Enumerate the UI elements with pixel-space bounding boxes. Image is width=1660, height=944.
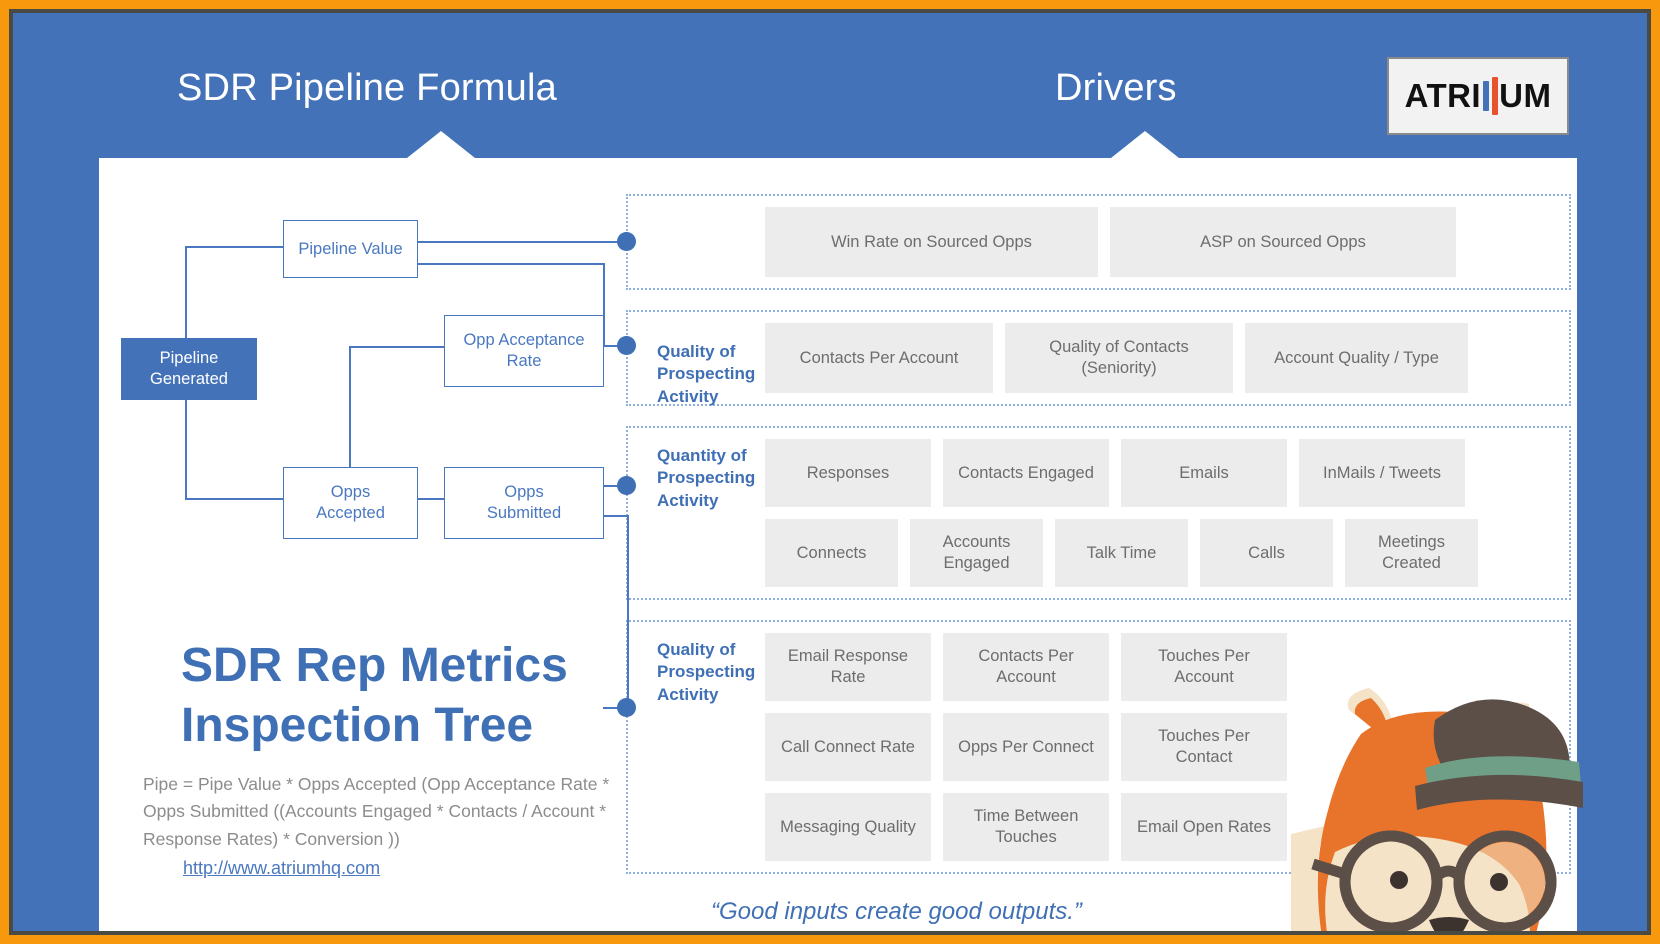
drivers-row-label-line: Activity: [657, 386, 719, 406]
driver-cell[interactable]: Contacts Engaged: [943, 439, 1109, 507]
drivers-row-cells: Contacts Per Account Quality of Contacts…: [765, 323, 1559, 393]
driver-cell[interactable]: Accounts Engaged: [910, 519, 1043, 587]
logo-bar-orange-icon: [1491, 77, 1498, 115]
connector-dot-quality-prospecting[interactable]: [617, 336, 636, 355]
node-label: Opp Acceptance Rate: [463, 331, 585, 370]
formula-text: Pipe = Pipe Value * Opps Accepted (Opp A…: [143, 774, 610, 849]
driver-cell[interactable]: Email Open Rates: [1121, 793, 1287, 861]
drivers-cell-line: Win Rate on Sourced Opps ASP on Sourced …: [765, 207, 1559, 277]
logo-bar-blue-icon: [1482, 81, 1489, 111]
connector-dot-win-rate[interactable]: [617, 232, 636, 251]
drivers-row-cells: Responses Contacts Engaged Emails InMail…: [765, 439, 1559, 587]
drivers-row-label: [628, 207, 765, 225]
driver-cell[interactable]: Connects: [765, 519, 898, 587]
atrium-logo: ATRI UM: [1387, 57, 1569, 135]
drivers-row-label-line: Activity: [657, 490, 719, 510]
tree-line: [415, 498, 445, 500]
drivers-row-label-line: Prospecting: [657, 662, 756, 682]
drivers-row-label-line: Prospecting: [657, 468, 756, 488]
node-label: Pipeline Generated: [150, 349, 228, 388]
logo-text-before: ATRI: [1404, 77, 1482, 114]
tree-line: [185, 498, 285, 500]
driver-cell[interactable]: Account Quality / Type: [1245, 323, 1468, 393]
slide-canvas: SDR Pipeline Formula Drivers ATRI UM Pip…: [0, 0, 1660, 944]
driver-cell[interactable]: Responses: [765, 439, 931, 507]
driver-cell[interactable]: Opps Per Connect: [943, 713, 1109, 781]
driver-cell[interactable]: Contacts Per Account: [943, 633, 1109, 701]
tree-line: [185, 246, 285, 248]
page-title-left: SDR Pipeline Formula: [177, 67, 557, 109]
node-opps-accepted[interactable]: Opps Accepted: [283, 467, 418, 539]
driver-cell[interactable]: Time Between Touches: [943, 793, 1109, 861]
notch-left-icon: [407, 131, 475, 158]
tree-line: [415, 263, 605, 265]
connector-dot-quantity-prospecting[interactable]: [617, 476, 636, 495]
website-link[interactable]: http://www.atriumhq.com: [183, 858, 380, 879]
drivers-row-label: Quantity of Prospecting Activity: [628, 439, 765, 512]
drivers-row-cells: Win Rate on Sourced Opps ASP on Sourced …: [765, 207, 1559, 277]
driver-cell[interactable]: Touches Per Account: [1121, 633, 1287, 701]
drivers-row-label-line: Quality of: [657, 342, 736, 361]
driver-cell[interactable]: Emails: [1121, 439, 1287, 507]
tree-line: [603, 515, 629, 517]
logo-wordmark: ATRI UM: [1405, 77, 1552, 115]
drivers-row-label-line: Quantity of: [657, 446, 747, 465]
node-pipeline-value[interactable]: Pipeline Value: [283, 220, 418, 278]
node-opp-acceptance-rate[interactable]: Opp Acceptance Rate: [444, 315, 604, 387]
driver-cell[interactable]: Email Response Rate: [765, 633, 931, 701]
drivers-row-label: Quality of Prospecting Activity: [628, 633, 765, 706]
node-opps-submitted[interactable]: Opps Submitted: [444, 467, 604, 539]
drivers-row-label-line: Quality of: [657, 640, 736, 659]
driver-cell[interactable]: Win Rate on Sourced Opps: [765, 207, 1098, 277]
driver-cell[interactable]: Quality of Contacts (Seniority): [1005, 323, 1233, 393]
connector-dot-quality-activity[interactable]: [617, 698, 636, 717]
tree-line: [415, 241, 627, 243]
drivers-row-quantity-prospecting: Quantity of Prospecting Activity Respons…: [626, 426, 1571, 600]
drivers-row-label-line: Activity: [657, 684, 719, 704]
driver-cell[interactable]: ASP on Sourced Opps: [1110, 207, 1456, 277]
page-heading-line1: SDR Rep Metrics: [181, 639, 568, 692]
driver-cell[interactable]: Messaging Quality: [765, 793, 931, 861]
tagline-quote: “Good inputs create good outputs.”: [711, 898, 1082, 925]
driver-cell[interactable]: Calls: [1200, 519, 1333, 587]
driver-cell[interactable]: InMails / Tweets: [1299, 439, 1465, 507]
drivers-cell-line: Contacts Per Account Quality of Contacts…: [765, 323, 1559, 393]
tree-line: [349, 346, 445, 348]
fox-mascot-icon: [1291, 688, 1583, 935]
content-card: Pipeline Generated Pipeline Value Opp Acc…: [99, 131, 1583, 935]
node-label: Opps Submitted: [486, 483, 562, 522]
driver-cell[interactable]: Call Connect Rate: [765, 713, 931, 781]
driver-cell[interactable]: Talk Time: [1055, 519, 1188, 587]
node-label: Pipeline Value: [298, 239, 403, 258]
node-pipeline-generated[interactable]: Pipeline Generated: [121, 338, 257, 400]
drivers-cell-line: Responses Contacts Engaged Emails InMail…: [765, 439, 1559, 507]
drivers-row-label-line: Prospecting: [657, 364, 756, 384]
page-heading-line2: Inspection Tree: [181, 698, 534, 752]
drivers-row-label: Quality of Prospecting Activity: [628, 323, 765, 408]
driver-cell[interactable]: Meetings Created: [1345, 519, 1478, 587]
drivers-row-sourced-opps: Win Rate on Sourced Opps ASP on Sourced …: [626, 194, 1571, 290]
notch-right-icon: [1111, 131, 1179, 158]
node-label: Opps Accepted: [316, 483, 385, 522]
drivers-cell-line: Connects Accounts Engaged Talk Time Call…: [765, 519, 1559, 587]
drivers-row-quality-prospecting: Quality of Prospecting Activity Contacts…: [626, 310, 1571, 406]
page-title-right: Drivers: [1055, 67, 1177, 109]
logo-text-after: UM: [1499, 77, 1552, 114]
driver-cell[interactable]: Contacts Per Account: [765, 323, 993, 393]
driver-cell[interactable]: Touches Per Contact: [1121, 713, 1287, 781]
page-heading: SDR Rep Metrics Inspection Tree: [181, 636, 651, 755]
tree-line: [627, 515, 629, 707]
